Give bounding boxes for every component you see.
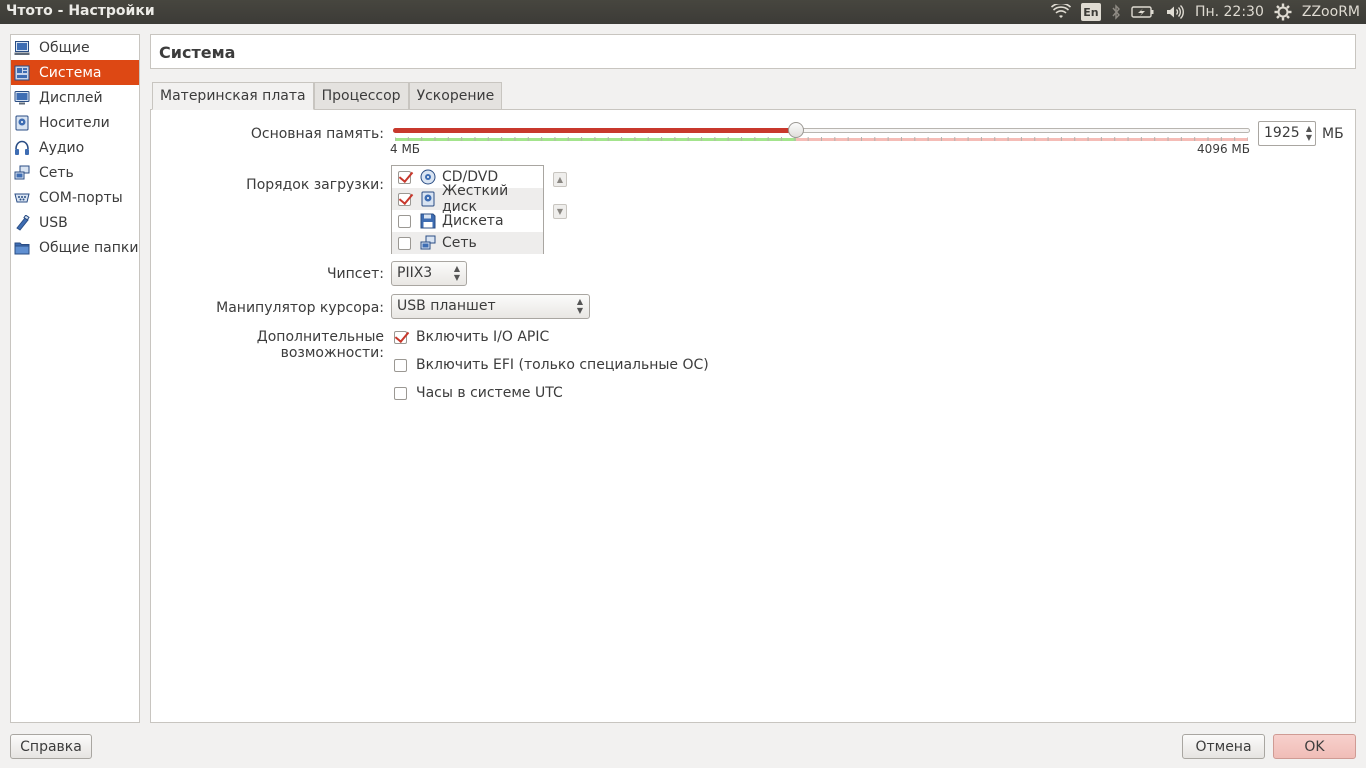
chipset-select[interactable]: PIIX3 ▲ ▼: [391, 261, 467, 286]
chipset-label: Чипсет:: [326, 266, 384, 282]
boot-item-label: Сеть: [442, 235, 477, 251]
sidebar-item-shared-folders[interactable]: Общие папки: [11, 235, 139, 260]
list-item[interactable]: Жесткий диск: [392, 183, 543, 215]
extended-features-label: Дополнительные возможности:: [256, 329, 384, 361]
gear-icon[interactable]: [1274, 3, 1292, 21]
sidebar-item-label: Система: [39, 64, 102, 81]
boot-order-label: Порядок загрузки:: [246, 177, 384, 193]
ok-button[interactable]: OK: [1273, 734, 1356, 759]
efi-option[interactable]: Включить EFI (только специальные ОС): [394, 357, 709, 373]
sidebar-item-storage[interactable]: Носители: [11, 110, 139, 135]
memory-value: 1925: [1264, 125, 1300, 141]
keyboard-layout-indicator[interactable]: En: [1080, 3, 1101, 21]
boot-item-label: Жесткий диск: [442, 183, 509, 215]
boot-floppy-checkbox[interactable]: [398, 214, 411, 228]
chevron-updown-icon: ▲ ▼: [576, 297, 583, 315]
sidebar-item-display[interactable]: Дисплей: [11, 85, 139, 110]
bluetooth-icon[interactable]: [1111, 4, 1121, 20]
sidebar-item-label: Дисплей: [39, 89, 103, 106]
volume-icon[interactable]: [1165, 4, 1185, 20]
top-panel: Чтото - Настройки En Пн. 22:30 ZZooRM: [0, 0, 1366, 24]
sidebar-item-label: Общие: [39, 39, 90, 56]
storage-icon: [15, 115, 29, 130]
tab-bar: Материнская плата Процессор Ускорение: [152, 82, 503, 110]
memory-slider-fill: [393, 128, 796, 133]
usb-icon: [16, 214, 30, 231]
list-item[interactable]: Сеть: [392, 232, 543, 254]
memory-max-label: 4096 МБ: [1197, 142, 1250, 156]
boot-order-list[interactable]: CD/DVD Жесткий диск Дискета Сеть: [391, 165, 544, 254]
network-icon: [14, 165, 30, 179]
cd-dvd-icon: [420, 169, 436, 185]
pointing-device-select[interactable]: USB планшет ▲ ▼: [391, 294, 590, 319]
memory-slider-handle[interactable]: [788, 122, 804, 138]
window-title: Чтото - Настройки: [6, 3, 155, 19]
sidebar-item-label: Общие папки: [39, 239, 139, 256]
pointing-device-value: USB планшет: [397, 298, 496, 314]
sidebar-item-label: Аудио: [39, 139, 85, 156]
utc-clock-option[interactable]: Часы в системе UTC: [394, 385, 563, 401]
sidebar-item-label: USB: [39, 214, 68, 231]
audio-icon: [15, 140, 29, 155]
motherboard-panel: [152, 111, 1354, 721]
serial-port-icon: [14, 193, 30, 202]
memory-slider-ticks: [395, 137, 1248, 141]
pointing-device-label: Манипулятор курсора:: [216, 300, 384, 316]
shared-folder-icon: [14, 242, 30, 254]
help-button[interactable]: Справка: [10, 734, 92, 759]
boot-network-checkbox[interactable]: [398, 236, 411, 250]
sidebar-item-label: Носители: [39, 114, 110, 131]
general-icon: [14, 40, 30, 55]
system-tray: En Пн. 22:30 ZZooRM: [1050, 0, 1366, 24]
system-icon: [14, 65, 30, 80]
network-icon: [420, 235, 436, 250]
boot-item-label: Дискета: [442, 213, 504, 229]
sidebar-item-label: COM-порты: [39, 189, 123, 206]
io-apic-label: Включить I/O APIC: [416, 329, 550, 345]
chipset-value: PIIX3: [397, 265, 433, 281]
sidebar-item-audio[interactable]: Аудио: [11, 135, 139, 160]
io-apic-checkbox[interactable]: [394, 330, 407, 344]
memory-min-label: 4 МБ: [390, 142, 421, 156]
arrow-down-icon: ▼: [556, 207, 564, 216]
cancel-button[interactable]: Отмена: [1182, 734, 1265, 759]
battery-icon[interactable]: [1131, 5, 1155, 19]
efi-label: Включить EFI (только специальные ОС): [416, 357, 709, 373]
wifi-icon[interactable]: [1050, 4, 1071, 20]
chevron-updown-icon: ▲ ▼: [453, 264, 460, 282]
io-apic-option[interactable]: Включить I/O APIC: [394, 329, 549, 345]
tab-motherboard[interactable]: Материнская плата: [152, 82, 314, 110]
tab-acceleration[interactable]: Ускорение: [408, 82, 503, 109]
arrow-up-icon: ▲: [556, 175, 564, 184]
boot-cd-dvd-checkbox[interactable]: [398, 170, 411, 184]
sidebar-item-com-ports[interactable]: COM-порты: [11, 185, 139, 210]
move-down-button[interactable]: ▼: [553, 204, 567, 219]
sidebar-item-general[interactable]: Общие: [11, 35, 139, 60]
tab-processor[interactable]: Процессор: [313, 82, 409, 109]
display-icon: [14, 90, 30, 104]
spin-arrows-icon[interactable]: ▲ ▼: [1306, 124, 1312, 142]
efi-checkbox[interactable]: [394, 358, 407, 372]
user-name[interactable]: ZZooRM: [1302, 4, 1360, 20]
sidebar-item-network[interactable]: Сеть: [11, 160, 139, 185]
sidebar-item-system[interactable]: Система: [11, 60, 139, 85]
hard-disk-icon: [421, 191, 435, 207]
sidebar-item-label: Сеть: [39, 164, 74, 181]
boot-hard-disk-checkbox[interactable]: [398, 192, 411, 206]
memory-unit: МБ: [1322, 126, 1344, 142]
move-up-button[interactable]: ▲: [553, 172, 567, 187]
clock[interactable]: Пн. 22:30: [1195, 4, 1264, 20]
memory-spinbox[interactable]: 1925 ▲ ▼: [1258, 121, 1316, 146]
sidebar-item-usb[interactable]: USB: [11, 210, 139, 235]
page-title: Система: [150, 34, 1356, 69]
utc-clock-label: Часы в системе UTC: [416, 385, 563, 401]
utc-clock-checkbox[interactable]: [394, 386, 407, 400]
floppy-icon: [420, 213, 436, 229]
settings-sidebar: Общие Система Дисплей Носители Аудио Сет…: [10, 34, 140, 723]
memory-label: Основная память:: [250, 126, 384, 142]
